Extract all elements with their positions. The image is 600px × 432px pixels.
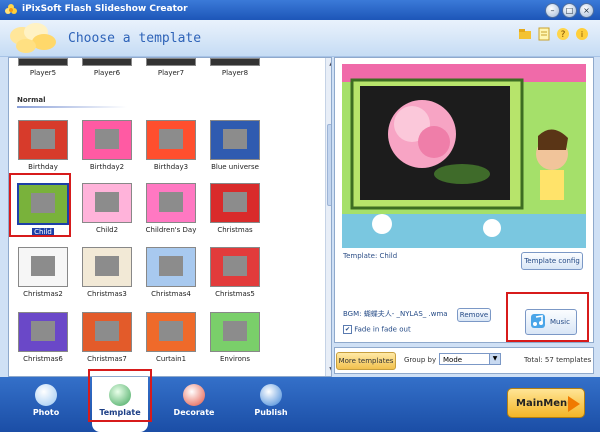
- tab-publish[interactable]: Publish: [243, 377, 299, 432]
- publish-icon: [260, 384, 282, 406]
- arrow-right-icon: [568, 396, 580, 412]
- template-item[interactable]: Curtain1: [141, 312, 201, 368]
- tab-label: Photo: [32, 408, 60, 417]
- close-button[interactable]: ×: [579, 3, 594, 18]
- svg-text:?: ?: [561, 30, 566, 40]
- group-by-value: Mode: [443, 356, 463, 364]
- flower-logo-icon: [10, 23, 56, 53]
- group-by-label: Group by: [404, 356, 437, 364]
- fade-checkbox[interactable]: ✔: [343, 325, 352, 334]
- template-item[interactable]: Christmas6: [13, 312, 73, 368]
- template-config-button[interactable]: Template config: [521, 252, 583, 270]
- decorate-icon: [183, 384, 205, 406]
- chevron-down-icon[interactable]: ▼: [489, 354, 500, 364]
- info-icon[interactable]: i: [575, 27, 589, 41]
- template-toolbar: More templates Group by Mode ▼ Total: 57…: [334, 347, 594, 374]
- main-menu-button[interactable]: MainMenu: [507, 388, 585, 418]
- scrollbar-thumb[interactable]: [327, 124, 331, 206]
- template-item[interactable]: Player8: [205, 58, 265, 114]
- template-item[interactable]: Player7: [141, 58, 201, 114]
- template-item[interactable]: Christmas5: [205, 247, 265, 303]
- template-name-label: Template: Child: [343, 252, 398, 260]
- template-item[interactable]: Blue universe: [205, 120, 265, 176]
- highlight-box: [506, 292, 589, 342]
- template-item[interactable]: Christmas4: [141, 247, 201, 303]
- maximize-button[interactable]: □: [562, 3, 577, 18]
- highlight-box: [88, 369, 152, 422]
- tab-decorate[interactable]: Decorate: [166, 377, 222, 432]
- page-title: Choose a template: [68, 31, 202, 46]
- template-item[interactable]: Birthday3: [141, 120, 201, 176]
- section-title: Normal: [17, 96, 46, 104]
- help-icon[interactable]: ?: [556, 27, 570, 41]
- fade-label: Fade in fade out: [354, 325, 411, 334]
- template-item[interactable]: Birthday2: [77, 120, 137, 176]
- template-item[interactable]: Birthday: [13, 120, 73, 176]
- svg-text:i: i: [581, 30, 583, 39]
- fade-option[interactable]: ✔ Fade in fade out: [343, 325, 411, 334]
- vertical-scrollbar[interactable]: ▲ ▼: [325, 58, 331, 376]
- template-item[interactable]: Environs: [205, 312, 265, 368]
- tab-label: Publish: [254, 408, 288, 417]
- template-item[interactable]: Children's Day: [141, 183, 201, 239]
- total-count: Total: 57 templates: [524, 356, 592, 364]
- template-item[interactable]: Christmas: [205, 183, 265, 239]
- template-item[interactable]: Child2: [77, 183, 137, 239]
- section-divider: [17, 106, 127, 108]
- window-title: iPixSoft Flash Slideshow Creator: [22, 4, 188, 14]
- remove-button[interactable]: Remove: [457, 308, 491, 322]
- minimize-button[interactable]: –: [545, 3, 560, 18]
- scroll-up-arrow-icon[interactable]: ▲: [327, 59, 331, 68]
- folder-icon[interactable]: [518, 27, 532, 41]
- flower-icon: [5, 4, 17, 14]
- main-menu-label: MainMenu: [516, 398, 575, 409]
- camera-icon: [35, 384, 57, 406]
- tab-photo[interactable]: Photo: [18, 377, 74, 432]
- template-item[interactable]: Christmas2: [13, 247, 73, 303]
- template-item[interactable]: Christmas3: [77, 247, 137, 303]
- bgm-label: BGM: 蝴蝶夫人- _NYLAS_ .wma: [343, 310, 448, 318]
- more-templates-button[interactable]: More templates: [336, 352, 396, 370]
- template-item[interactable]: Christmas7: [77, 312, 137, 368]
- highlight-box: [9, 173, 71, 237]
- header: Choose a template ? i: [0, 20, 600, 57]
- group-by-select[interactable]: Mode ▼: [439, 353, 501, 365]
- scroll-down-arrow-icon[interactable]: ▼: [327, 365, 331, 374]
- template-preview-image: [342, 64, 586, 248]
- tab-label: Decorate: [173, 408, 215, 417]
- note-icon[interactable]: [537, 27, 551, 41]
- title-bar: iPixSoft Flash Slideshow Creator – □ ×: [0, 0, 600, 20]
